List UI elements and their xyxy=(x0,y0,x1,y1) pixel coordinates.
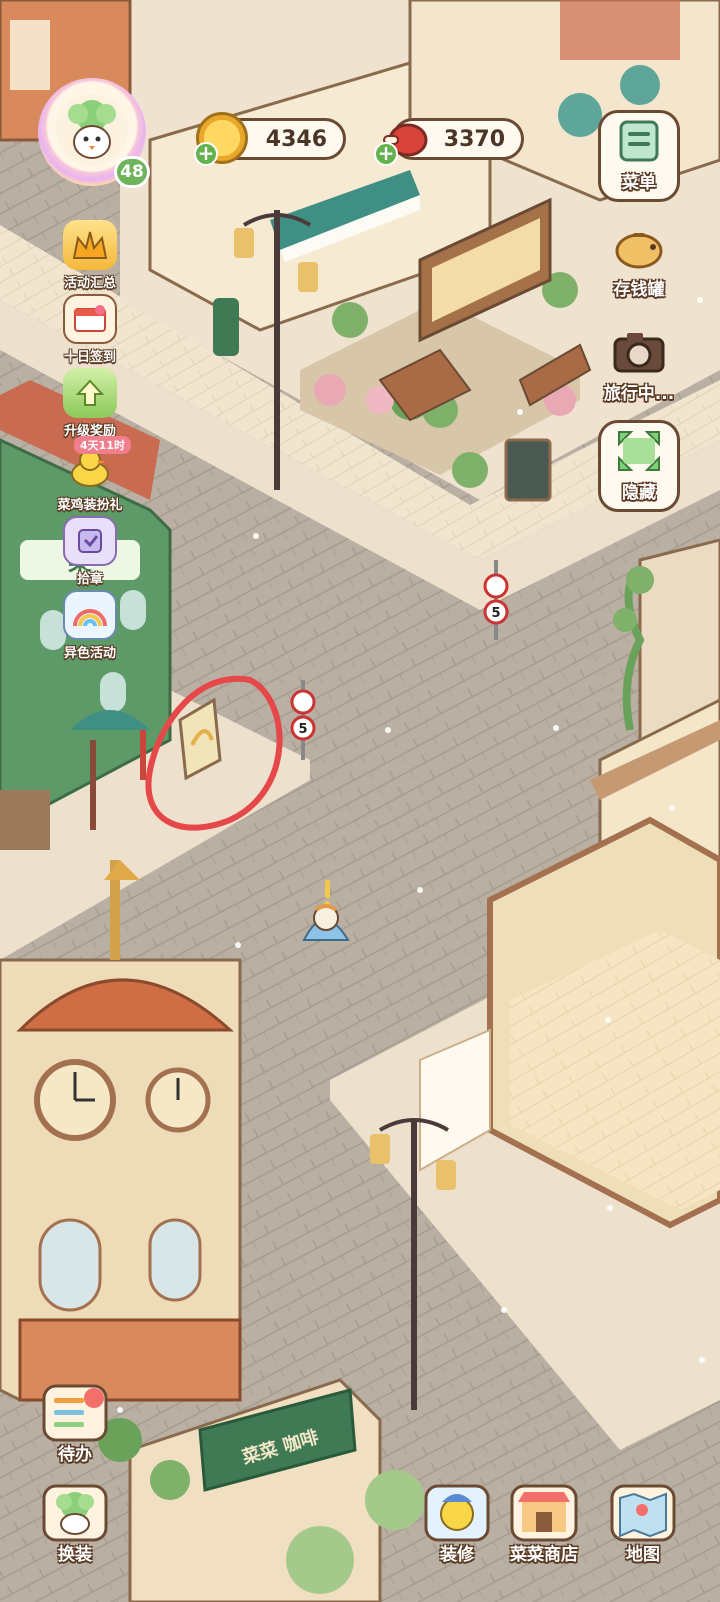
add-meat-button[interactable]: + xyxy=(374,142,398,166)
menu-button[interactable]: 菜单 xyxy=(598,110,680,202)
upgrade-reward-icon xyxy=(63,368,117,418)
piggy-bank-icon xyxy=(615,233,663,269)
avatar-portrait xyxy=(56,94,128,166)
add-coins-button[interactable]: + xyxy=(194,142,218,166)
piggy-bank-label: 存钱罐 xyxy=(613,280,665,300)
color-event-button[interactable]: 异色活动 xyxy=(54,590,126,674)
hide-label: 隐藏 xyxy=(622,483,656,503)
events-hub-button[interactable]: 活动汇总 xyxy=(54,220,126,304)
map-label: 地图 xyxy=(626,1545,660,1565)
events-hub-icon xyxy=(63,220,117,270)
travel-label: 旅行中... xyxy=(603,384,675,404)
dressup-button[interactable]: 换装 xyxy=(38,1480,112,1565)
todo-label: 待办 xyxy=(58,1445,92,1465)
outfit-timer-badge: 4天11时 xyxy=(74,436,131,454)
calendar-icon xyxy=(63,294,117,344)
player-level-badge: 48 xyxy=(114,156,150,188)
decorate-label: 装修 xyxy=(440,1545,474,1565)
meat-value: 3370 xyxy=(443,126,505,152)
coin-value: 4346 xyxy=(265,126,327,152)
shop-icon xyxy=(510,1484,578,1542)
teal-umbrella xyxy=(558,93,602,137)
duck-outfit-label: 菜鸡装扮礼 xyxy=(57,498,123,513)
decorate-button[interactable]: 装修 xyxy=(420,1480,494,1565)
player-avatar[interactable]: 48 xyxy=(34,74,150,190)
menu-label: 菜单 xyxy=(622,173,656,193)
map-button[interactable]: 地图 xyxy=(606,1480,680,1565)
hide-button[interactable]: 隐藏 xyxy=(598,420,680,512)
mailbox[interactable] xyxy=(213,298,239,356)
speed-limit-upper: 5 xyxy=(491,606,500,621)
cafe-umbrella xyxy=(365,1470,425,1530)
todo-list-icon xyxy=(42,1384,108,1442)
badge-icon xyxy=(63,516,117,566)
rainbow-icon xyxy=(63,590,117,640)
wardrobe-icon xyxy=(42,1484,108,1542)
duck-outfit-button[interactable]: 菜鸡装扮礼 xyxy=(54,442,126,526)
checkin-label: 十日签到 xyxy=(63,350,116,365)
shop-button[interactable]: 菜菜商店 xyxy=(504,1480,584,1565)
piggy-bank-button[interactable]: 存钱罐 xyxy=(598,214,680,306)
todo-button[interactable]: 待办 xyxy=(38,1380,112,1465)
speed-limit-middle: 5 xyxy=(298,722,307,737)
badge-label: 拾章 xyxy=(76,572,103,587)
chalkboard-sign[interactable] xyxy=(504,438,552,502)
checkin-button[interactable]: 十日签到 xyxy=(54,294,126,378)
dressup-label: 换装 xyxy=(58,1545,92,1565)
decorate-icon xyxy=(424,1484,490,1542)
map-icon xyxy=(610,1484,676,1542)
events-hub-label: 活动汇总 xyxy=(63,276,116,291)
travel-button[interactable]: 旅行中... xyxy=(598,318,680,410)
shop-label: 菜菜商店 xyxy=(510,1545,578,1565)
hide-frame-icon xyxy=(618,431,660,471)
badge-button[interactable]: 拾章 xyxy=(54,516,126,600)
menu-icon xyxy=(619,120,659,162)
color-event-label: 异色活动 xyxy=(63,646,116,661)
camera-icon xyxy=(613,333,665,373)
